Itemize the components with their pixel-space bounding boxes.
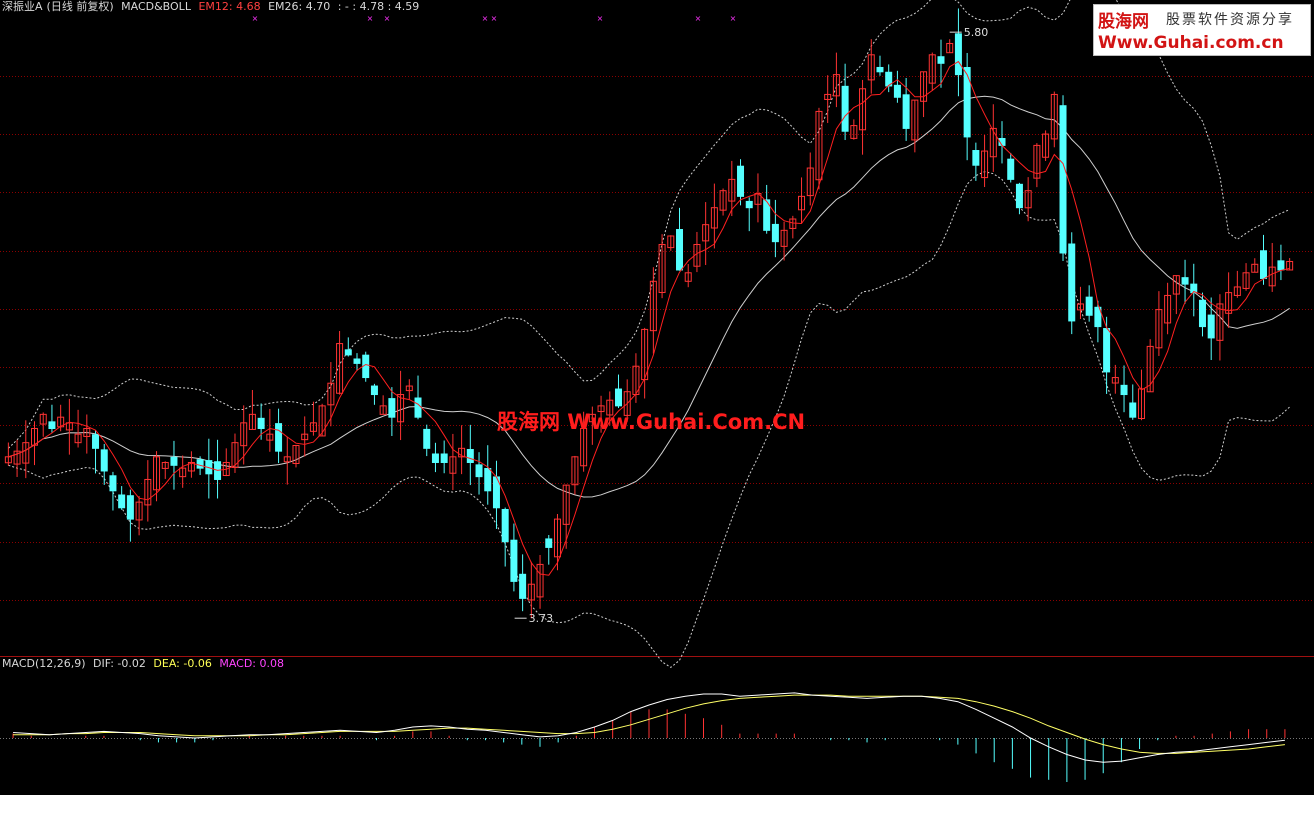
candle <box>466 449 474 463</box>
candle <box>275 423 283 452</box>
logo-url: Www.Guhai.com.cn <box>1098 33 1284 53</box>
candle <box>1129 402 1137 418</box>
candle <box>893 84 901 98</box>
candle <box>353 358 361 364</box>
candle <box>118 494 126 509</box>
candle <box>937 56 945 64</box>
candle <box>1085 296 1093 316</box>
signal-marker: × <box>695 14 702 23</box>
candle <box>1007 158 1015 180</box>
candle <box>876 66 884 73</box>
candle <box>109 475 117 492</box>
signal-marker: × <box>482 14 489 23</box>
signal-marker: × <box>491 14 498 23</box>
candle <box>1207 314 1215 339</box>
candle <box>126 495 134 520</box>
candle <box>1059 105 1067 254</box>
candle <box>1120 384 1128 396</box>
candle <box>972 150 980 166</box>
candle <box>501 508 509 543</box>
stock-chart: 深振业A (日线 前复权) MACD&BOLL EM12: 4.68 EM26: … <box>0 0 1314 795</box>
candle <box>370 385 378 396</box>
signal-marker: × <box>252 14 259 23</box>
candle <box>344 349 352 356</box>
candle <box>954 33 962 76</box>
candle <box>484 468 492 492</box>
chart-canvas: × × × × × × × ×5.803.73 <box>0 0 1314 782</box>
candle <box>963 67 971 138</box>
candle <box>1015 183 1023 209</box>
candle <box>431 453 439 463</box>
candle <box>1277 260 1285 271</box>
candle <box>510 539 518 582</box>
signal-marker: × <box>367 14 374 23</box>
site-logo: 股海网 股票软件资源分享 Www.Guhai.com.cn <box>1093 4 1311 56</box>
candle <box>771 223 779 243</box>
candle <box>257 417 265 430</box>
candle <box>92 434 100 449</box>
candle <box>196 459 204 469</box>
candle <box>902 94 910 129</box>
candle <box>1103 328 1111 373</box>
boll-upper-line <box>8 0 1290 449</box>
signal-marker: × <box>597 14 604 23</box>
candle <box>1181 277 1189 285</box>
candle <box>614 388 622 407</box>
candle <box>1068 243 1076 322</box>
logo-brand: 股海网 <box>1098 12 1149 32</box>
candle <box>519 573 527 599</box>
candle <box>388 398 396 418</box>
watermark-text: 股海网 Www.Guhai.Com.CN <box>497 410 806 434</box>
candle <box>414 397 422 418</box>
low-price-label: 3.73 <box>529 612 554 625</box>
candle <box>48 421 56 430</box>
high-price-label: 5.80 <box>964 26 989 39</box>
candle <box>1198 299 1206 328</box>
candle <box>475 464 483 478</box>
candle <box>676 229 684 271</box>
candle <box>545 538 553 548</box>
candle <box>100 449 108 472</box>
signal-marker: × <box>730 14 737 23</box>
signal-marker: × <box>384 14 391 23</box>
candle <box>423 428 431 449</box>
candle <box>440 453 448 463</box>
candle <box>841 85 849 132</box>
candle <box>737 165 745 197</box>
logo-slogan: 股票软件资源分享 <box>1166 12 1294 28</box>
candle <box>745 200 753 209</box>
candle <box>1259 250 1267 279</box>
candle <box>170 456 178 466</box>
